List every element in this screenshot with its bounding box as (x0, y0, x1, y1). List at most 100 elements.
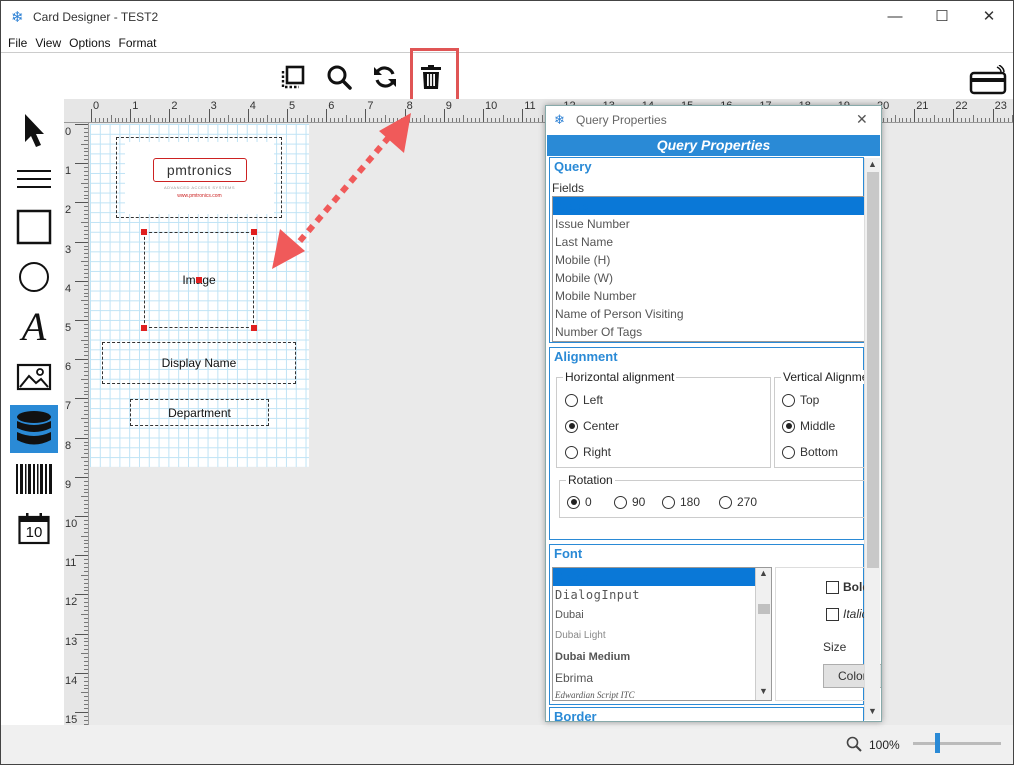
date-tool[interactable]: 10 (10, 505, 58, 553)
ruler-minor-tick (334, 118, 336, 122)
line-tool[interactable] (10, 155, 58, 203)
font-list-item[interactable]: Dialog (553, 568, 771, 586)
font-list-item[interactable]: DialogInput (553, 586, 771, 605)
rotation-radio[interactable] (719, 495, 732, 509)
rotation-option[interactable]: 270 (719, 495, 757, 509)
field-list-item[interactable]: Mobile Number (553, 287, 864, 305)
vertical-alignment-option[interactable]: Top (782, 393, 819, 407)
card-preview[interactable]: pmtronics ADVANCED ACCESS SYSTEMS www.pm… (90, 124, 309, 467)
horizontal-alignment-group: Horizontal alignment Left Center Right (556, 370, 771, 468)
field-list-item[interactable]: Mobile (H) (553, 251, 864, 269)
menu-file[interactable]: File (1, 33, 31, 50)
ruler-minor-tick (84, 284, 88, 286)
ruler-minor-tick (918, 118, 920, 122)
pointer-tool[interactable] (10, 107, 58, 155)
field-list-item[interactable]: Name of Person Visiting (553, 305, 864, 323)
maximize-button[interactable]: ☐ (919, 1, 965, 33)
font-list-item[interactable]: Dubai Light (553, 625, 771, 647)
ruler-minor-tick (255, 118, 257, 122)
bold-checkbox-box[interactable] (826, 580, 839, 594)
rectangle-tool[interactable] (10, 203, 58, 251)
vertical-alignment-radio[interactable] (782, 393, 795, 407)
italic-checkbox-box[interactable] (826, 607, 839, 621)
resize-handle-top-left[interactable] (141, 229, 147, 235)
zoom-slider[interactable] (913, 733, 1001, 755)
vertical-alignment-group: Vertical Alignme Top Middle Bottom (774, 370, 871, 468)
ruler-minor-tick (81, 418, 88, 419)
font-list-item[interactable]: Dubai Medium (553, 647, 771, 668)
circle-tool[interactable] (10, 253, 58, 301)
resize-handle-bottom-left[interactable] (141, 325, 147, 331)
ruler-minor-tick (81, 339, 88, 341)
rotation-radio[interactable] (614, 495, 627, 509)
field-list-item[interactable]: Last Name (553, 233, 864, 251)
field-list-item[interactable]: Image (553, 197, 864, 215)
horizontal-alignment-option[interactable]: Center (565, 419, 619, 433)
minimize-button[interactable]: — (872, 1, 918, 33)
title-bar: ❄ Card Designer - TEST2 — ☐ ✕ (1, 1, 1013, 33)
horizontal-alignment-option[interactable]: Left (565, 393, 603, 407)
font-list-scrollbar[interactable]: ▲ ▼ (755, 568, 771, 700)
fields-list[interactable]: Image Issue Number Last Name Mobile (H) Mobi… (552, 196, 865, 342)
department-label: Department (168, 405, 231, 420)
font-list[interactable]: Dialog DialogInput Dubai Dubai Light Dubai M… (552, 567, 772, 701)
menu-options[interactable]: Options (65, 33, 114, 50)
horizontal-alignment-option-label: Left (583, 393, 604, 407)
rotation-option[interactable]: 90 (614, 495, 645, 509)
scroll-up-icon[interactable]: ▲ (759, 568, 768, 578)
horizontal-alignment-radio[interactable] (565, 445, 578, 459)
horizontal-alignment-radio[interactable] (565, 419, 578, 433)
zoom-slider-thumb[interactable] (935, 733, 940, 753)
ruler-minor-tick (84, 374, 88, 376)
rotation-radio[interactable] (662, 495, 675, 509)
rotation-radio[interactable] (567, 495, 580, 509)
database-field-tool[interactable] (10, 405, 58, 453)
select-frame-button[interactable] (277, 61, 309, 93)
vertical-alignment-option[interactable]: Middle (782, 419, 835, 433)
lines-icon (17, 170, 51, 188)
horizontal-alignment-radio[interactable] (565, 393, 578, 407)
italic-checkbox[interactable]: Italic (826, 607, 868, 621)
rotation-option[interactable]: 180 (662, 495, 700, 509)
barcode-tool[interactable] (10, 455, 58, 503)
card-reader-button[interactable] (969, 64, 1007, 96)
ruler-minor-tick (294, 118, 296, 122)
ruler-minor-tick (381, 118, 383, 122)
department-field[interactable]: Department (130, 399, 269, 426)
vertical-alignment-radio[interactable] (782, 445, 795, 459)
font-list-item[interactable]: Ebrima (553, 668, 771, 689)
dialog-scroll-down-icon[interactable]: ▼ (868, 706, 877, 716)
resize-handle-top-right[interactable] (251, 229, 257, 235)
font-list-scroll-thumb[interactable] (758, 604, 770, 614)
dialog-scroll-up-icon[interactable]: ▲ (868, 159, 877, 169)
vertical-alignment-radio[interactable] (782, 419, 795, 433)
dialog-scrollbar[interactable]: ▲ ▼ (864, 158, 880, 720)
horizontal-alignment-option[interactable]: Right (565, 445, 611, 459)
font-list-item[interactable]: Dubai (553, 605, 771, 625)
field-list-item[interactable]: Mobile (W) (553, 269, 864, 287)
field-list-item[interactable]: Issue Number (553, 215, 864, 233)
refresh-button[interactable] (369, 61, 401, 93)
search-button[interactable] (323, 61, 355, 93)
display-name-field[interactable]: Display Name (102, 342, 296, 384)
font-list-item[interactable]: Edwardian Script ITC (553, 689, 771, 700)
ruler-minor-tick (81, 496, 88, 498)
close-button[interactable]: ✕ (966, 1, 1012, 33)
ruler-minor-tick (165, 118, 167, 122)
menu-view[interactable]: View (31, 33, 65, 50)
move-handle-center[interactable] (196, 277, 202, 283)
resize-handle-bottom-right[interactable] (251, 325, 257, 331)
ruler-minor-tick (84, 657, 88, 659)
field-list-item[interactable]: Number Of Tags (553, 323, 864, 341)
scroll-down-icon[interactable]: ▼ (759, 686, 768, 696)
dialog-close-button[interactable]: ✕ (856, 111, 868, 128)
ruler-minor-tick (416, 118, 418, 122)
ruler-label: 3 (65, 243, 72, 256)
image-tool[interactable] (10, 353, 58, 401)
menu-format[interactable]: Format (115, 33, 161, 50)
dialog-scroll-thumb[interactable] (867, 172, 879, 568)
vertical-alignment-option[interactable]: Bottom (782, 445, 838, 459)
text-tool[interactable]: A (10, 303, 58, 351)
rotation-option[interactable]: 0 (567, 495, 592, 509)
logo-field[interactable]: pmtronics ADVANCED ACCESS SYSTEMS www.pm… (116, 137, 282, 218)
